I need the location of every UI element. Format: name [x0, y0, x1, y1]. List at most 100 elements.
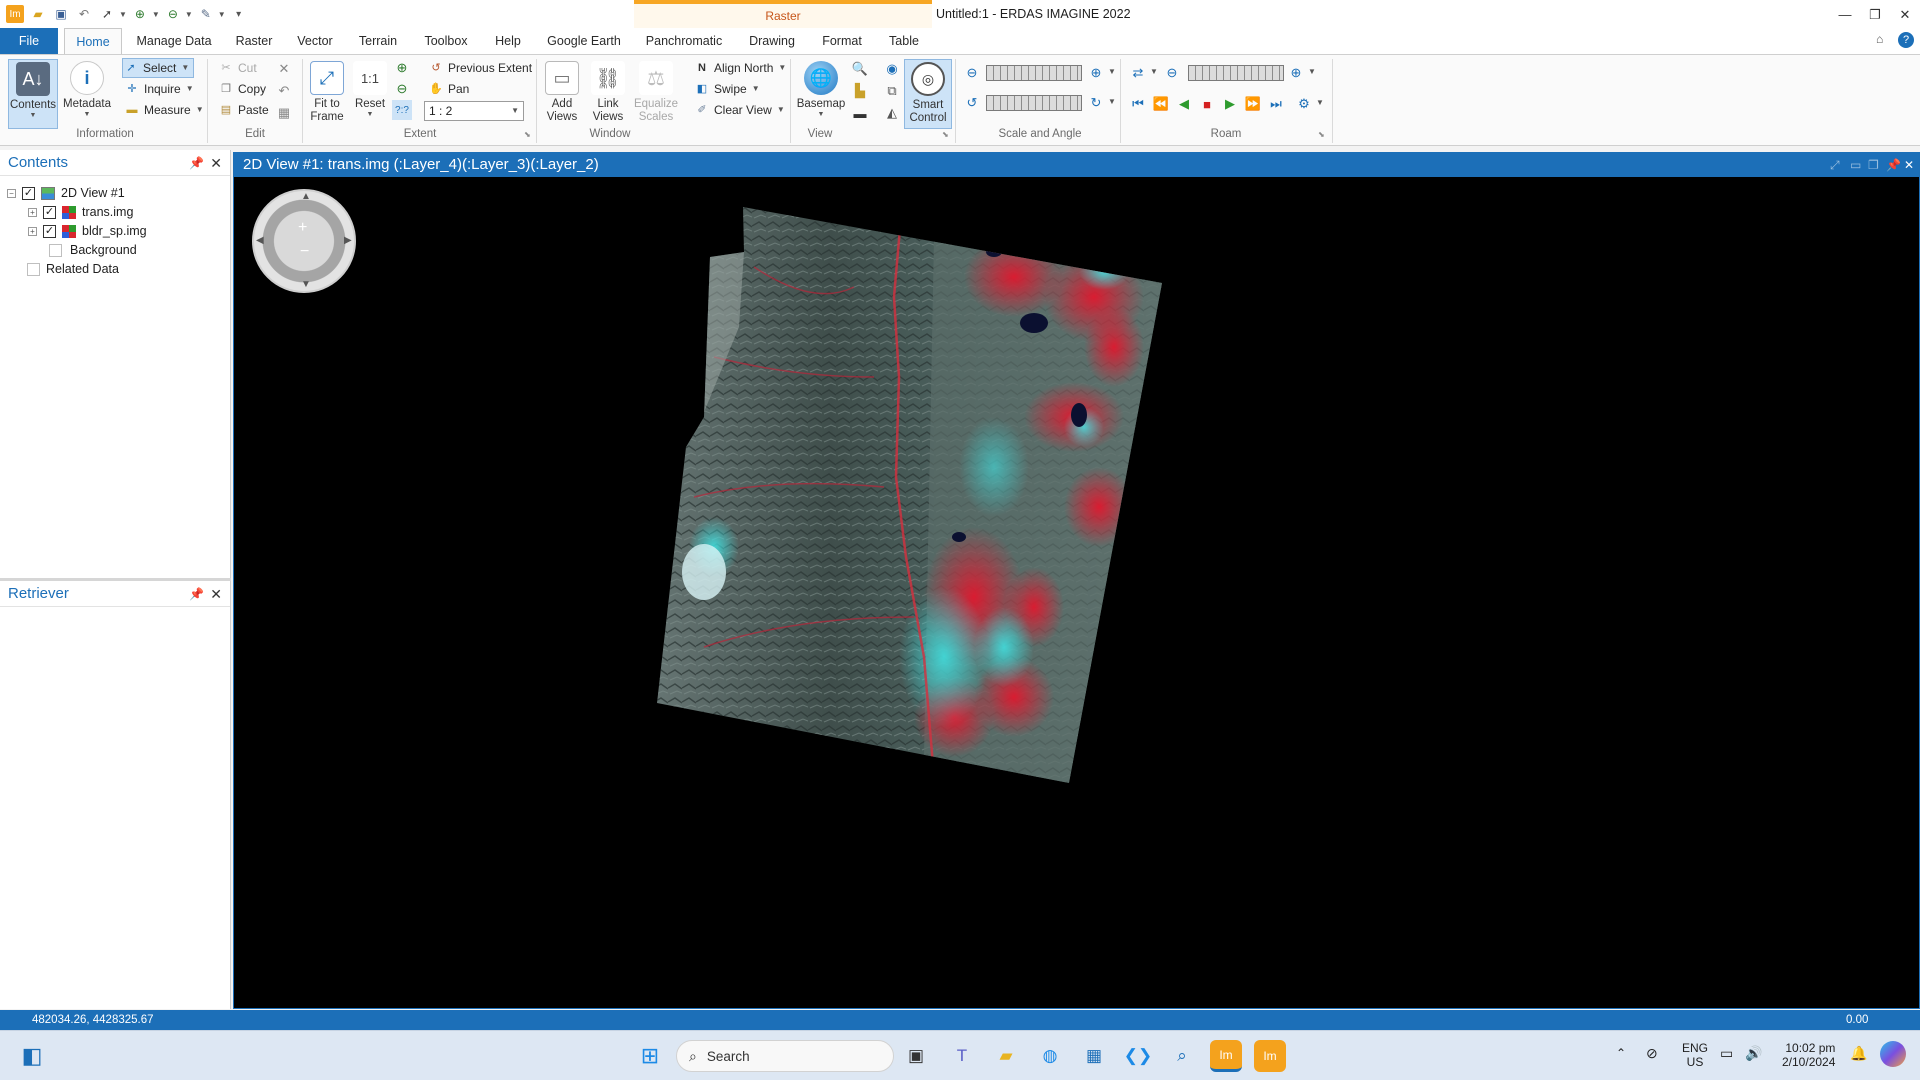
chevron-down-icon[interactable]: ▼ [218, 10, 226, 19]
zoom-out-icon[interactable]: ⊖ [392, 79, 412, 99]
clipboard-icon[interactable]: ▦ [274, 103, 294, 123]
pin-icon[interactable]: 📌 [1886, 153, 1901, 177]
tree-item-bldr-sp-img[interactable]: + ✓ bldr_sp.img [28, 222, 147, 241]
pan-up-icon[interactable]: ▲ [301, 191, 311, 202]
store-icon[interactable]: ▦ [1078, 1040, 1110, 1072]
zoom-in-icon[interactable]: + [298, 219, 307, 237]
snapshot-icon[interactable]: ⧉ [882, 81, 902, 101]
tab-help[interactable]: Help [486, 28, 530, 54]
rotate-left-icon[interactable]: ↺ [962, 93, 982, 113]
language-indicator[interactable]: ENG US [1682, 1041, 1708, 1069]
link-views-button[interactable]: ⛓ Link Views [584, 59, 632, 129]
magnifier-icon[interactable]: 🔍 [850, 59, 870, 79]
pan-right-icon[interactable]: ▶ [344, 235, 352, 246]
step-back-icon[interactable]: ⏪ [1151, 94, 1171, 114]
map-canvas[interactable]: ▲ ▼ ◀ ▶ + − [234, 177, 1919, 1008]
erdas-imagine-icon[interactable]: Im [1210, 1040, 1242, 1072]
pan-left-icon[interactable]: ◀ [256, 235, 264, 246]
customize-icon[interactable]: ▾ [230, 5, 248, 23]
skip-to-end-icon[interactable]: ⏭ [1266, 94, 1286, 114]
app-logo-icon[interactable]: Im [6, 5, 24, 23]
close-icon[interactable]: ✕ [1904, 153, 1914, 177]
undo-icon[interactable]: ↶ [274, 81, 294, 101]
align-north-button[interactable]: N Align North ▼ [694, 58, 786, 78]
reset-button[interactable]: 1:1 Reset ▼ [346, 59, 394, 129]
tab-toolbox[interactable]: Toolbox [416, 28, 476, 54]
dialog-launcher-icon[interactable]: ⬊ [942, 130, 949, 139]
chevron-down-icon[interactable]: ▼ [1108, 67, 1116, 76]
zoom-in-icon[interactable]: ⊕ [392, 58, 412, 78]
chevron-down-icon[interactable]: ▼ [119, 10, 127, 19]
tab-terrain[interactable]: Terrain [350, 28, 406, 54]
chevron-down-icon[interactable]: ▼ [1150, 67, 1158, 76]
visibility-checkbox[interactable]: ✓ [22, 187, 35, 200]
roam-path-icon[interactable]: ⇄ [1128, 63, 1148, 83]
task-view-icon[interactable]: ▣ [900, 1040, 932, 1072]
play-icon[interactable]: ▶ [1220, 94, 1240, 114]
visibility-checkbox[interactable]: ✓ [43, 225, 56, 238]
display-icon[interactable]: ▭ [1720, 1045, 1733, 1062]
scale-icon[interactable]: ⊖ [962, 63, 982, 83]
select-button[interactable]: ➚ Select ▼ [122, 58, 195, 78]
clear-view-button[interactable]: ✐ Clear View ▼ [694, 100, 784, 120]
cut-button[interactable]: ✂ Cut [218, 58, 256, 78]
roam-speed-slider[interactable] [1188, 65, 1284, 81]
taskbar-search-box[interactable]: ⌕ Search [676, 1040, 894, 1072]
chevron-down-icon[interactable]: ▼ [511, 102, 519, 120]
vscode-icon[interactable]: ❮❯ [1122, 1040, 1154, 1072]
contents-button[interactable]: A↓ Contents ▼ [8, 59, 58, 129]
skip-to-start-icon[interactable]: ⏮ [1128, 94, 1148, 114]
show-hidden-icons[interactable]: ⌃ [1616, 1046, 1626, 1060]
tree-item-background[interactable]: Background [49, 241, 137, 260]
windows-start-icon[interactable]: ⊞ [634, 1040, 666, 1072]
expand-icon[interactable]: + [28, 208, 37, 217]
inquire-button[interactable]: ✛ Inquire ▼ [124, 79, 193, 99]
collapse-icon[interactable]: − [7, 189, 16, 198]
color-fill-icon[interactable]: ▬ [850, 103, 870, 123]
play-reverse-icon[interactable]: ◀ [1174, 94, 1194, 114]
close-icon[interactable]: ✕ [210, 581, 222, 607]
paste-button[interactable]: ▤ Paste [218, 100, 269, 120]
swipe-button[interactable]: ◧ Swipe ▼ [694, 79, 760, 99]
erdas-imagine-icon-2[interactable]: Im [1254, 1040, 1286, 1072]
fit-to-frame-button[interactable]: ⤢ Fit to Frame [303, 59, 351, 129]
minimize-view-icon[interactable]: ▭ [1850, 153, 1861, 177]
arrow-tool-icon[interactable]: ◭ [882, 103, 902, 123]
tree-item-trans-img[interactable]: + ✓ trans.img [28, 203, 133, 222]
notification-bell-icon[interactable]: 🔔 [1850, 1045, 1867, 1062]
expand-icon[interactable]: + [28, 227, 37, 236]
rotate-right-icon[interactable]: ↻ [1086, 93, 1106, 113]
collapse-ribbon-icon[interactable]: ⌂ [1876, 32, 1883, 46]
zoom-out-icon[interactable]: ⊖ [164, 5, 182, 23]
tab-home[interactable]: Home [64, 28, 122, 54]
scale-combobox[interactable]: 1 : 2 ▼ [424, 101, 524, 121]
maximize-view-icon[interactable]: ❐ [1868, 153, 1879, 177]
tab-table[interactable]: Table [880, 28, 928, 54]
pan-down-icon[interactable]: ▼ [301, 279, 311, 290]
minimize-button[interactable]: — [1832, 4, 1858, 26]
network-icon[interactable]: ⊘ [1646, 1045, 1658, 1062]
add-views-button[interactable]: ▭ Add Views [538, 59, 586, 129]
float-icon[interactable]: ⤢ [1830, 153, 1840, 177]
scale-apply-icon[interactable]: ⊕ [1086, 63, 1106, 83]
previous-extent-button[interactable]: ↺ Previous Extent [428, 58, 532, 78]
erdas-search-icon[interactable]: ⌕ [1166, 1040, 1198, 1072]
dialog-launcher-icon[interactable]: ⬊ [1318, 130, 1325, 139]
equalize-scales-button[interactable]: ⚖ Equalize Scales [630, 59, 682, 129]
chevron-down-icon[interactable]: ▼ [1316, 98, 1324, 107]
tree-item-related-data[interactable]: Related Data [27, 260, 119, 279]
edge-icon[interactable]: ◍ [1034, 1040, 1066, 1072]
pin-icon[interactable]: 📌 [189, 581, 204, 607]
tree-item-2d-view[interactable]: − ✓ 2D View #1 [7, 184, 125, 203]
tab-panchromatic[interactable]: Panchromatic [640, 28, 728, 54]
file-explorer-icon[interactable]: ▰ [990, 1040, 1022, 1072]
metadata-button[interactable]: i Metadata ▼ [62, 59, 112, 129]
step-forward-icon[interactable]: ⏩ [1243, 94, 1263, 114]
delete-icon[interactable]: ✕ [274, 59, 294, 79]
scale-query-icon[interactable]: ?:? [392, 100, 412, 120]
chevron-down-icon[interactable]: ▼ [1308, 67, 1316, 76]
measure-icon[interactable]: ✎ [197, 5, 215, 23]
smart-control-button[interactable]: ◎ Smart Control [904, 59, 952, 129]
graticule-icon[interactable]: ▙ [850, 81, 870, 101]
zoom-in-icon[interactable]: ⊕ [131, 5, 149, 23]
